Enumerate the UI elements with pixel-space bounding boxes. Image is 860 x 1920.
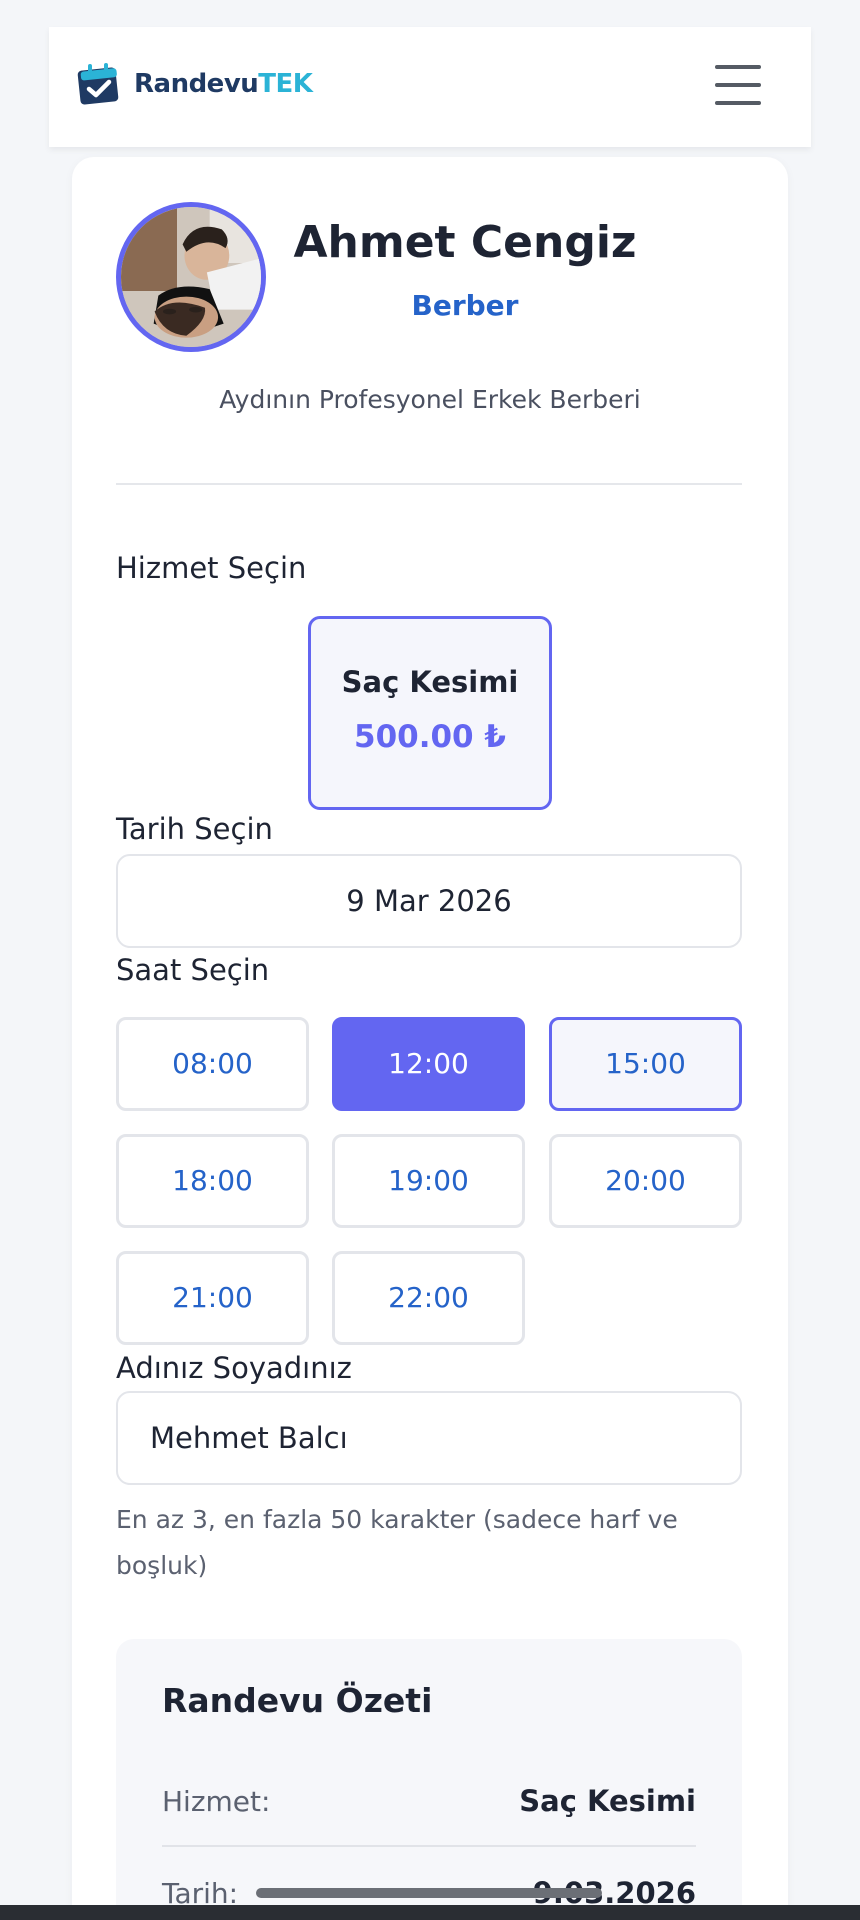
full-name-input[interactable] (116, 1391, 742, 1485)
time-slot-1800[interactable]: 18:00 (116, 1134, 309, 1228)
service-section-label: Hizmet Seçin (116, 551, 307, 585)
time-slot-0800[interactable]: 08:00 (116, 1017, 309, 1111)
service-price: 500.00 ₺ (354, 719, 506, 755)
divider (116, 483, 742, 485)
booking-card: Ahmet Cengiz Berber Aydının Profesyonel … (72, 157, 788, 1920)
time-section-label: Saat Seçin (116, 953, 270, 987)
summary-title: Randevu Özeti (162, 1681, 433, 1720)
system-bottom-bar (0, 1905, 860, 1920)
barber-role: Berber (411, 289, 519, 322)
appointment-summary: Randevu Özeti Hizmet: Saç Kesimi Tarih: … (116, 1639, 742, 1920)
calendar-check-icon (77, 63, 119, 105)
avatar (116, 202, 266, 352)
summary-row-service: Hizmet: Saç Kesimi (162, 1761, 696, 1841)
service-name: Saç Kesimi (341, 665, 519, 699)
time-slot-2000[interactable]: 20:00 (549, 1134, 742, 1228)
summary-value: Saç Kesimi (519, 1784, 696, 1818)
barber-photo (121, 207, 261, 347)
time-slot-2100[interactable]: 21:00 (116, 1251, 309, 1345)
time-slot-1200[interactable]: 12:00 (332, 1017, 525, 1111)
service-option-sac-kesimi[interactable]: Saç Kesimi 500.00 ₺ (308, 616, 552, 810)
time-slot-1900[interactable]: 19:00 (332, 1134, 525, 1228)
summary-divider (162, 1845, 696, 1847)
barber-name: Ahmet Cengiz (293, 217, 637, 268)
page: RandevuTEK Ahmet Cengiz Berber Aydının P… (0, 0, 860, 1920)
brand-name: RandevuTEK (134, 69, 313, 99)
hamburger-menu-icon[interactable] (715, 65, 761, 105)
time-slot-2200[interactable]: 22:00 (332, 1251, 525, 1345)
name-section-label: Adınız Soyadınız (116, 1351, 352, 1385)
time-slot-1500[interactable]: 15:00 (549, 1017, 742, 1111)
brand-logo[interactable]: RandevuTEK (76, 61, 313, 107)
date-section-label: Tarih Seçin (116, 812, 273, 846)
home-indicator (256, 1888, 602, 1898)
date-picker-input[interactable]: 9 Mar 2026 (116, 854, 742, 948)
summary-key: Hizmet: (162, 1784, 271, 1818)
name-hint: En az 3, en fazla 50 karakter (sadece ha… (116, 1505, 678, 1580)
barber-description: Aydının Profesyonel Erkek Berberi (219, 385, 641, 414)
top-navbar: RandevuTEK (49, 27, 811, 147)
